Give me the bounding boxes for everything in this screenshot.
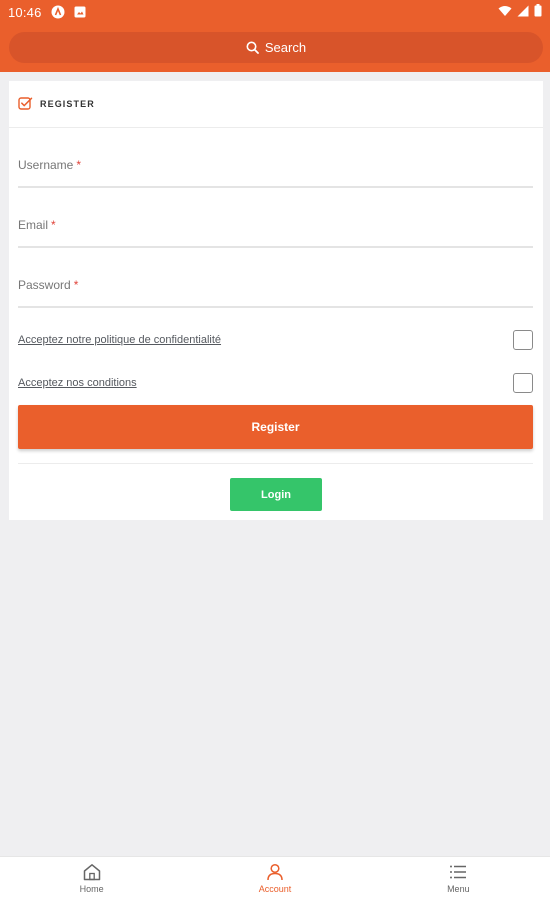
nav-home-label: Home <box>79 884 104 894</box>
android-notification-icon <box>50 4 66 20</box>
menu-icon <box>450 865 467 879</box>
terms-checkbox[interactable] <box>513 373 533 393</box>
checkbox-edit-icon <box>18 96 34 112</box>
account-icon <box>267 863 283 881</box>
divider <box>18 463 533 464</box>
privacy-policy-checkbox[interactable] <box>513 330 533 350</box>
password-field[interactable]: Password * <box>18 268 533 308</box>
email-input[interactable] <box>18 208 533 246</box>
register-title: REGISTER <box>40 99 95 109</box>
terms-consent-row: Acceptez nos conditions <box>18 371 533 395</box>
app-header: 10:46 Search <box>0 0 550 72</box>
bottom-navigation: Home Account Menu <box>0 856 550 900</box>
nav-account[interactable]: Account <box>183 857 366 900</box>
login-button[interactable]: Login <box>230 478 322 511</box>
signal-icon <box>517 5 529 20</box>
search-label: Search <box>264 40 307 55</box>
username-field[interactable]: Username * <box>18 148 533 188</box>
search-icon <box>246 41 259 54</box>
terms-link[interactable]: Acceptez nos conditions <box>18 377 137 389</box>
nav-menu[interactable]: Menu <box>367 857 550 900</box>
register-card-header: REGISTER <box>9 81 543 128</box>
battery-icon <box>534 4 542 20</box>
nav-menu-label: Menu <box>447 884 470 894</box>
status-icons <box>498 4 542 20</box>
privacy-policy-link[interactable]: Acceptez notre politique de confidential… <box>18 334 221 346</box>
status-bar: 10:46 <box>0 0 550 24</box>
email-field[interactable]: Email * <box>18 208 533 248</box>
search-bar[interactable]: Search <box>9 32 543 63</box>
home-icon <box>83 864 100 881</box>
register-card: REGISTER Username * Email * Password * Acce… <box>9 81 543 520</box>
password-input[interactable] <box>18 268 533 306</box>
wifi-icon <box>498 5 512 20</box>
register-button[interactable]: Register <box>18 405 533 449</box>
image-notification-icon <box>72 4 88 20</box>
nav-account-label: Account <box>258 884 292 894</box>
status-time: 10:46 <box>8 4 42 20</box>
nav-home[interactable]: Home <box>0 857 183 900</box>
privacy-consent-row: Acceptez notre politique de confidential… <box>18 328 533 352</box>
username-input[interactable] <box>18 148 533 186</box>
